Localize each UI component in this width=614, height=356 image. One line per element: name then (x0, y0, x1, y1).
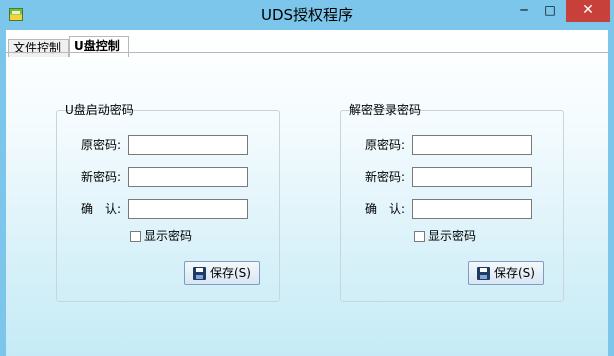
close-button[interactable]: ✕ (566, 0, 610, 22)
show-password-label[interactable]: 显示密码 (428, 229, 476, 243)
new-password-label: 新密码: (364, 170, 405, 184)
group-title: 解密登录密码 (349, 103, 422, 117)
maximize-button[interactable]: □ (538, 0, 562, 22)
new-password-label: 新密码: (80, 170, 121, 184)
old-password-label: 原密码: (364, 138, 405, 152)
old-password-input[interactable] (412, 135, 532, 155)
new-password-input[interactable] (128, 167, 248, 187)
title-bar[interactable]: UDS授权程序 ─ □ ✕ (0, 0, 614, 30)
old-password-label: 原密码: (80, 138, 121, 152)
show-password-checkbox[interactable] (130, 231, 141, 242)
show-password-checkbox[interactable] (414, 231, 425, 242)
save-button[interactable]: 保存(S) (184, 261, 260, 285)
group-title: U盘启动密码 (65, 103, 134, 117)
confirm-password-label: 确 认: (364, 202, 405, 216)
save-button-label: 保存(S) (210, 266, 251, 280)
confirm-password-input[interactable] (412, 199, 532, 219)
show-password-label[interactable]: 显示密码 (144, 229, 192, 243)
new-password-input[interactable] (412, 167, 532, 187)
decrypt-login-password-group: 解密登录密码 原密码: 新密码: 确 认: 显示密码 保存(S) (340, 103, 564, 302)
tab-divider (6, 52, 608, 53)
old-password-input[interactable] (128, 135, 248, 155)
confirm-password-input[interactable] (128, 199, 248, 219)
floppy-disk-icon (477, 267, 490, 280)
save-button-label: 保存(S) (494, 266, 535, 280)
app-window: UDS授权程序 ─ □ ✕ 文件控制 U盘控制 U盘启动密码 原密码: 新密码:… (0, 0, 614, 356)
tab-usb-control[interactable]: U盘控制 (69, 36, 129, 57)
floppy-disk-icon (193, 267, 206, 280)
tab-file-control[interactable]: 文件控制 (8, 39, 69, 57)
usb-boot-password-group: U盘启动密码 原密码: 新密码: 确 认: 显示密码 保存(S) (56, 103, 280, 302)
client-area: 文件控制 U盘控制 U盘启动密码 原密码: 新密码: 确 认: 显示密码 保存(… (6, 30, 608, 356)
minimize-button[interactable]: ─ (512, 0, 536, 22)
confirm-password-label: 确 认: (80, 202, 121, 216)
save-button[interactable]: 保存(S) (468, 261, 544, 285)
